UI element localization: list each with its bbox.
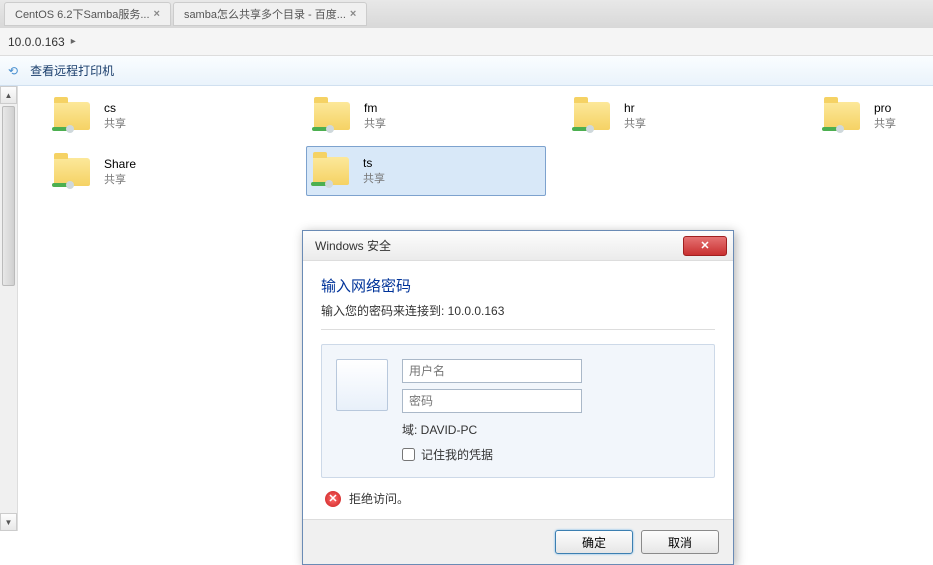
dialog-body: 输入网络密码 输入您的密码来连接到: 10.0.0.163 域: DAVID-P… (303, 261, 733, 519)
share-folder-icon (822, 96, 864, 136)
share-folder-icon (52, 152, 94, 192)
remember-checkbox[interactable] (402, 448, 415, 461)
remember-label: 记住我的凭据 (421, 446, 493, 463)
share-name: hr (624, 101, 646, 115)
browser-tab[interactable]: samba怎么共享多个目录 - 百度... × (173, 2, 367, 26)
share-folder-icon (572, 96, 614, 136)
close-button[interactable]: ✕ (683, 236, 727, 256)
share-type: 共享 (364, 115, 386, 131)
dialog-footer: 确定 取消 (303, 519, 733, 564)
domain-label: 域: DAVID-PC (402, 421, 700, 438)
browser-tab[interactable]: CentOS 6.2下Samba服务... × (4, 2, 171, 26)
share-item-cs[interactable]: cs 共享 (48, 92, 288, 140)
refresh-icon[interactable]: ⟲ (8, 64, 18, 78)
error-message: ✕ 拒绝访问。 (325, 490, 711, 507)
close-icon: ✕ (700, 239, 709, 252)
error-text: 拒绝访问。 (349, 490, 409, 507)
dialog-title: Windows 安全 (315, 237, 391, 254)
share-name: pro (874, 101, 896, 115)
share-type: 共享 (104, 115, 126, 131)
share-pipe-icon (822, 122, 844, 136)
address-path: 10.0.0.163 (8, 35, 65, 49)
close-icon[interactable]: × (350, 8, 356, 20)
share-item-ts[interactable]: ts 共享 (306, 146, 546, 196)
credentials-dialog: Windows 安全 ✕ 输入网络密码 输入您的密码来连接到: 10.0.0.1… (302, 230, 734, 565)
tab-label: samba怎么共享多个目录 - 百度... (184, 6, 346, 22)
share-name: cs (104, 101, 126, 115)
tab-label: CentOS 6.2下Samba服务... (15, 6, 150, 22)
ok-button[interactable]: 确定 (555, 530, 633, 554)
user-avatar-icon (336, 359, 388, 411)
scroll-thumb[interactable] (2, 106, 15, 286)
vertical-scrollbar[interactable]: ▲ ▼ (0, 86, 18, 531)
dialog-heading: 输入网络密码 (321, 275, 715, 296)
password-input[interactable] (402, 389, 582, 413)
credentials-panel: 域: DAVID-PC 记住我的凭据 (321, 344, 715, 478)
share-type: 共享 (624, 115, 646, 131)
error-icon: ✕ (325, 491, 341, 507)
share-type: 共享 (363, 170, 385, 186)
explorer-toolbar: ⟲ 查看远程打印机 (0, 56, 933, 86)
remember-credentials[interactable]: 记住我的凭据 (402, 446, 700, 463)
scroll-up-icon[interactable]: ▲ (0, 86, 17, 104)
share-item-share[interactable]: Share 共享 (48, 148, 288, 196)
share-folder-icon (312, 96, 354, 136)
share-pipe-icon (52, 178, 74, 192)
share-name: ts (363, 156, 385, 170)
share-pipe-icon (311, 177, 333, 191)
share-name: Share (104, 157, 136, 171)
share-item-fm[interactable]: fm 共享 (308, 92, 548, 140)
share-pipe-icon (312, 122, 334, 136)
view-remote-printer-button[interactable]: 查看远程打印机 (30, 62, 114, 79)
divider (321, 329, 715, 330)
share-folder-icon (52, 96, 94, 136)
scroll-down-icon[interactable]: ▼ (0, 513, 17, 531)
share-pipe-icon (572, 122, 594, 136)
share-name: fm (364, 101, 386, 115)
share-pipe-icon (52, 122, 74, 136)
share-type: 共享 (104, 171, 136, 187)
address-bar[interactable]: 10.0.0.163 ▸ (0, 28, 933, 56)
browser-tabs: CentOS 6.2下Samba服务... × samba怎么共享多个目录 - … (0, 0, 933, 28)
username-input[interactable] (402, 359, 582, 383)
dialog-subtitle: 输入您的密码来连接到: 10.0.0.163 (321, 302, 715, 319)
share-item-pro[interactable]: pro 共享 (818, 92, 918, 140)
close-icon[interactable]: × (154, 8, 160, 20)
share-type: 共享 (874, 115, 896, 131)
cancel-button[interactable]: 取消 (641, 530, 719, 554)
dialog-titlebar[interactable]: Windows 安全 ✕ (303, 231, 733, 261)
chevron-right-icon[interactable]: ▸ (71, 36, 76, 47)
share-item-hr[interactable]: hr 共享 (568, 92, 808, 140)
share-folder-icon (311, 151, 353, 191)
